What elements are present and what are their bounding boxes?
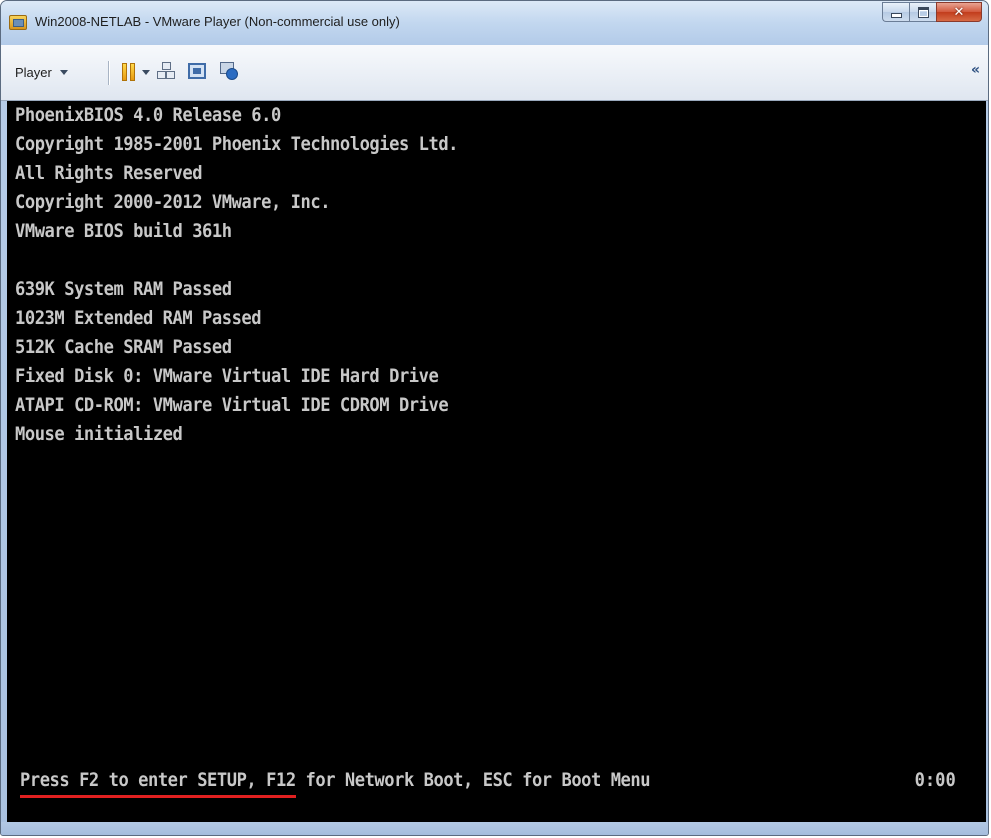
title-bar[interactable]: Win2008-NETLAB - VMware Player (Non-comm…: [1, 1, 988, 45]
bios-line: VMware BIOS build 361h: [15, 220, 232, 242]
player-menu-button[interactable]: Player: [15, 65, 68, 80]
player-menu-label: Player: [15, 65, 52, 80]
collapse-toolbar-icon[interactable]: «: [971, 62, 980, 78]
bios-line: ATAPI CD-ROM: VMware Virtual IDE CDROM D…: [15, 394, 449, 416]
bios-line: Fixed Disk 0: VMware Virtual IDE Hard Dr…: [15, 365, 439, 387]
removable-devices-icon[interactable]: [157, 62, 175, 80]
chevron-down-icon: [59, 70, 68, 75]
boot-timer: 0:00: [914, 769, 956, 791]
vm-console-screen[interactable]: PhoenixBIOS 4.0 Release 6.0 Copyright 19…: [7, 101, 986, 824]
bios-line: All Rights Reserved: [15, 162, 203, 184]
toolbar-separator: [108, 61, 110, 85]
unity-icon[interactable]: [220, 62, 238, 80]
maximize-button[interactable]: [909, 2, 936, 22]
vmware-app-icon[interactable]: [9, 15, 27, 30]
bios-line: Mouse initialized: [15, 423, 183, 445]
boot-prompt: Press F2 to enter SETUP, F12 for Network…: [20, 769, 651, 791]
bios-line: Copyright 2000-2012 VMware, Inc.: [15, 191, 331, 213]
window-bottom-border: [1, 822, 988, 835]
setup-underline-annotation: [20, 795, 296, 798]
window-title: Win2008-NETLAB - VMware Player (Non-comm…: [35, 14, 400, 29]
bios-line: 1023M Extended RAM Passed: [15, 307, 262, 329]
vmware-player-window: Win2008-NETLAB - VMware Player (Non-comm…: [0, 0, 989, 836]
caption-buttons: ✕: [882, 2, 982, 22]
bios-line: Copyright 1985-2001 Phoenix Technologies…: [15, 133, 459, 155]
bios-line: 639K System RAM Passed: [15, 278, 232, 300]
pause-icon[interactable]: [122, 63, 136, 81]
minimize-icon: [890, 13, 902, 18]
fullscreen-icon[interactable]: [188, 63, 206, 79]
maximize-icon: [917, 6, 929, 18]
close-button[interactable]: ✕: [936, 2, 982, 22]
close-icon: ✕: [953, 4, 965, 20]
power-options-chevron-icon[interactable]: [142, 70, 150, 75]
bios-line: 512K Cache SRAM Passed: [15, 336, 232, 358]
minimize-button[interactable]: [882, 2, 909, 22]
toolbar: Player «: [1, 45, 988, 101]
bios-line: PhoenixBIOS 4.0 Release 6.0: [15, 104, 281, 126]
